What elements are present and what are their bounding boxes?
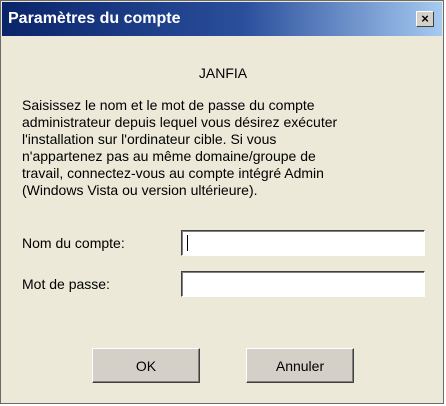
- password-label: Mot de passe:: [22, 276, 110, 292]
- instructions-line: n'appartenez pas au même domaine/groupe …: [22, 148, 316, 164]
- dialog-title: Paramètres du compte: [8, 10, 181, 27]
- instructions-line: (Windows Vista ou version ultérieure).: [22, 182, 258, 198]
- instructions-line: Saisissez le nom et le mot de passe du c…: [22, 97, 315, 113]
- account-settings-dialog: Paramètres du compte × JANFIA Saisissez …: [0, 0, 444, 404]
- close-button[interactable]: ×: [416, 11, 434, 27]
- instructions-text: Saisissez le nom et le mot de passe du c…: [22, 97, 432, 199]
- text-cursor: [187, 235, 188, 251]
- account-name-input[interactable]: [181, 230, 425, 256]
- close-icon: ×: [421, 11, 429, 26]
- title-bar[interactable]: Paramètres du compte ×: [2, 2, 442, 36]
- password-input[interactable]: [181, 271, 425, 297]
- cancel-button[interactable]: Annuler: [246, 348, 354, 383]
- account-name-label: Nom du compte:: [22, 235, 125, 251]
- ok-button[interactable]: OK: [92, 348, 200, 383]
- instructions-line: administrateur depuis lequel vous désire…: [22, 114, 338, 130]
- instructions-line: l'installation sur l'ordinateur cible. S…: [22, 131, 277, 147]
- target-name: JANFIA: [198, 65, 248, 81]
- instructions-line: travail, connectez-vous au compte intégr…: [22, 165, 324, 181]
